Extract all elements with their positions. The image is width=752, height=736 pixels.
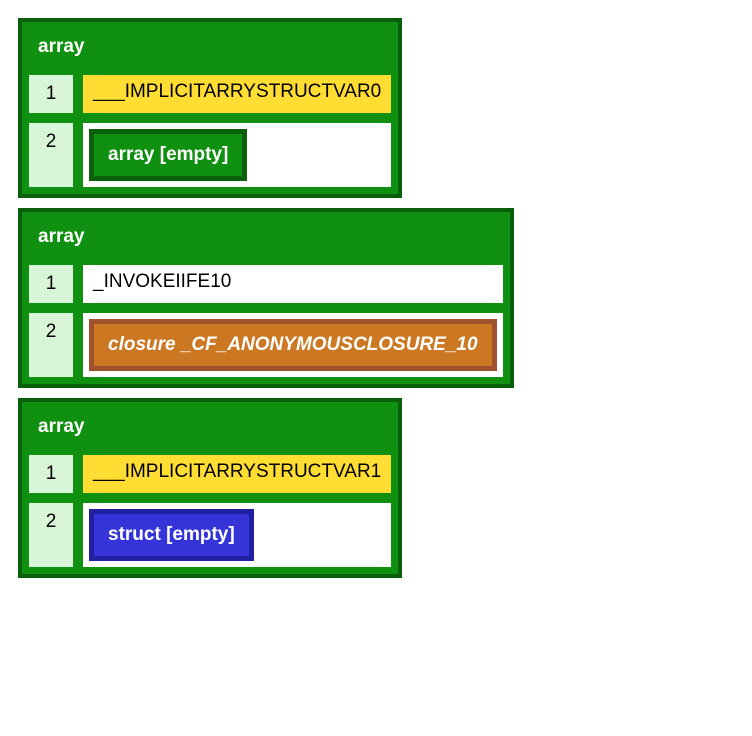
- row-value: _INVOKEIIFE10: [80, 262, 506, 306]
- array-dump-table: array 1 ___IMPLICITARRYSTRUCTVAR1 2 stru…: [18, 398, 402, 578]
- row-value-container: array [empty]: [80, 120, 394, 190]
- row-value: ___IMPLICITARRYSTRUCTVAR1: [80, 452, 394, 496]
- row-value: ___IMPLICITARRYSTRUCTVAR0: [80, 72, 394, 116]
- array-dump-table: array 1 _INVOKEIIFE10 2 closure _CF_ANON…: [18, 208, 514, 388]
- nested-closure: closure _CF_ANONYMOUSCLOSURE_10: [89, 319, 497, 371]
- row-index: 1: [26, 262, 76, 306]
- array-header: array: [26, 406, 394, 448]
- row-index: 2: [26, 310, 76, 380]
- row-value-container: struct [empty]: [80, 500, 394, 570]
- array-header: array: [26, 216, 506, 258]
- array-header: array: [26, 26, 394, 68]
- row-value-container: closure _CF_ANONYMOUSCLOSURE_10: [80, 310, 506, 380]
- row-index: 2: [26, 500, 76, 570]
- row-index: 1: [26, 72, 76, 116]
- row-index: 1: [26, 452, 76, 496]
- array-dump-table: array 1 ___IMPLICITARRYSTRUCTVAR0 2 arra…: [18, 18, 402, 198]
- nested-struct-empty: struct [empty]: [89, 509, 254, 561]
- row-index: 2: [26, 120, 76, 190]
- nested-array-empty: array [empty]: [89, 129, 247, 181]
